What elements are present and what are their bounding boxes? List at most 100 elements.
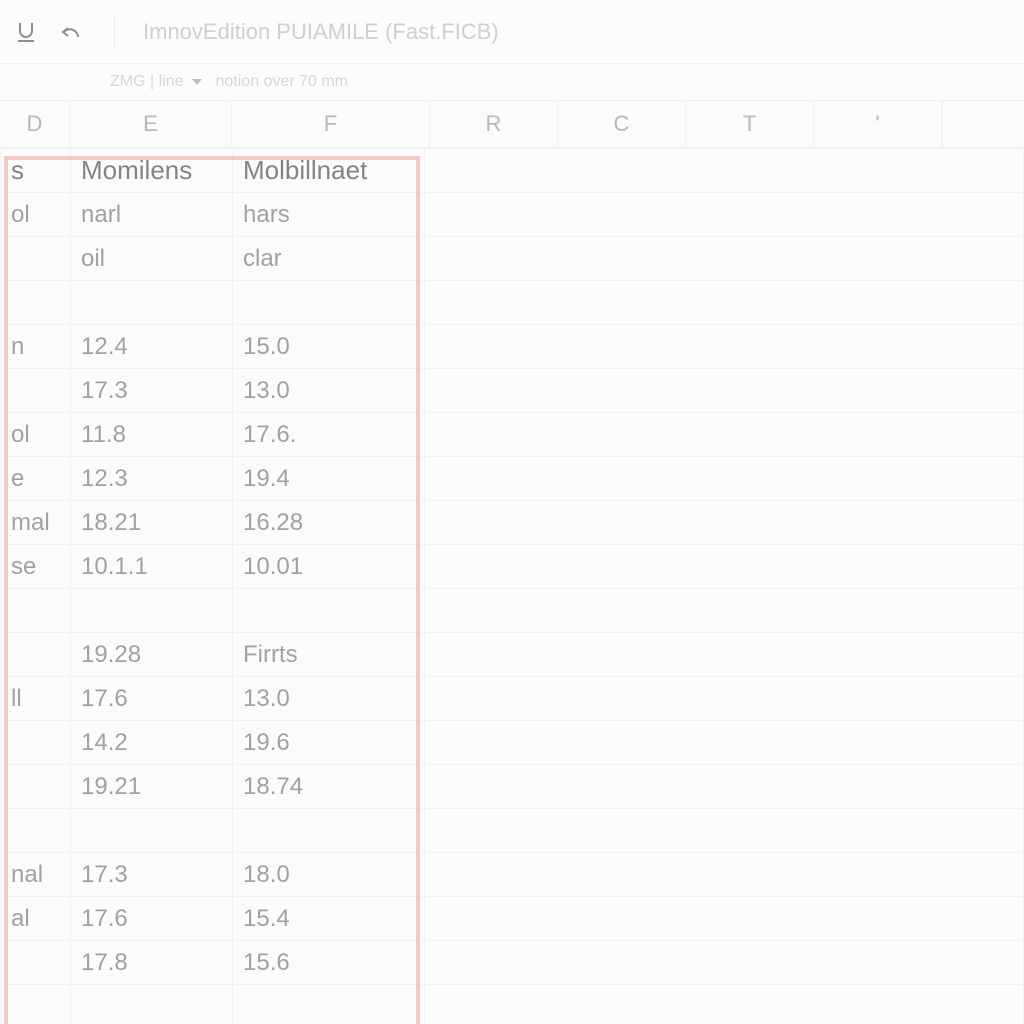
cell[interactable]: ll	[1, 677, 71, 721]
cell[interactable]: 17.8	[71, 941, 233, 985]
cell[interactable]: 10.1.1	[71, 545, 233, 589]
cell[interactable]	[425, 853, 1024, 897]
cell[interactable]	[425, 369, 1024, 413]
cell[interactable]: 13.0	[233, 677, 425, 721]
cell[interactable]	[425, 325, 1024, 369]
cell[interactable]: Molbillnaet	[233, 149, 425, 193]
cell[interactable]: 18.21	[71, 501, 233, 545]
cell[interactable]	[425, 765, 1024, 809]
cell[interactable]	[233, 281, 425, 325]
column-header-d[interactable]: D	[0, 101, 70, 147]
cell[interactable]: 17.6	[71, 897, 233, 941]
cell[interactable]: 12.4	[71, 325, 233, 369]
cell[interactable]	[425, 941, 1024, 985]
cell[interactable]: 19.21	[71, 765, 233, 809]
cell[interactable]	[1, 809, 71, 853]
cell[interactable]	[425, 545, 1024, 589]
cell[interactable]: e	[1, 457, 71, 501]
cell[interactable]	[1, 369, 71, 413]
cell[interactable]	[425, 281, 1024, 325]
table-row: se10.1.110.01	[1, 545, 1024, 589]
column-header-c[interactable]: C	[558, 101, 686, 147]
cell[interactable]	[1, 281, 71, 325]
cell[interactable]	[71, 985, 233, 1024]
cell[interactable]: 15.4	[233, 897, 425, 941]
cell[interactable]: 10.01	[233, 545, 425, 589]
cell[interactable]: 16.28	[233, 501, 425, 545]
cell[interactable]	[1, 589, 71, 633]
column-header-t[interactable]: T	[686, 101, 814, 147]
cell[interactable]	[71, 589, 233, 633]
cell[interactable]: 15.0	[233, 325, 425, 369]
cell[interactable]	[1, 941, 71, 985]
cell[interactable]: 18.0	[233, 853, 425, 897]
cell[interactable]: 13.0	[233, 369, 425, 413]
cell[interactable]	[425, 985, 1024, 1024]
cell[interactable]: 12.3	[71, 457, 233, 501]
cell[interactable]	[233, 809, 425, 853]
cell[interactable]	[1, 765, 71, 809]
cell[interactable]: s	[1, 149, 71, 193]
cell[interactable]	[1, 633, 71, 677]
cell[interactable]: 18.74	[233, 765, 425, 809]
cell[interactable]: al	[1, 897, 71, 941]
cell[interactable]	[233, 589, 425, 633]
cell[interactable]: 17.3	[71, 853, 233, 897]
cell[interactable]: 17.6	[71, 677, 233, 721]
cell[interactable]	[425, 193, 1024, 237]
zoom-dropdown[interactable]: ZMG | line	[110, 73, 202, 91]
cell[interactable]	[425, 413, 1024, 457]
cell[interactable]	[425, 721, 1024, 765]
cell[interactable]	[1, 985, 71, 1024]
cell[interactable]: 14.2	[71, 721, 233, 765]
sub-toolbar: ZMG | line notion over 70 mm	[0, 64, 1024, 100]
cell[interactable]: 15.6	[233, 941, 425, 985]
cell[interactable]: clar	[233, 237, 425, 281]
column-header-r[interactable]: R	[430, 101, 558, 147]
cell[interactable]: se	[1, 545, 71, 589]
cell[interactable]	[425, 633, 1024, 677]
cell[interactable]	[71, 809, 233, 853]
sheet-area[interactable]: s Momilens Molbillnaet olnarlharsoilclar…	[0, 148, 1024, 1024]
cell[interactable]: nal	[1, 853, 71, 897]
table-row: oilclar	[1, 237, 1024, 281]
cell[interactable]: oil	[71, 237, 233, 281]
cell[interactable]	[425, 237, 1024, 281]
toolbar: ImnovEdition PUIAMILE (Fast.FICB)	[0, 0, 1024, 64]
cell[interactable]: 17.3	[71, 369, 233, 413]
cell[interactable]: ol	[1, 413, 71, 457]
column-header-blank[interactable]	[942, 101, 943, 147]
document-title[interactable]: ImnovEdition PUIAMILE (Fast.FICB)	[143, 19, 499, 45]
table-row	[1, 809, 1024, 853]
cell[interactable]	[1, 237, 71, 281]
cell[interactable]: mal	[1, 501, 71, 545]
cell[interactable]: hars	[233, 193, 425, 237]
column-header-e[interactable]: E	[70, 101, 232, 147]
cell[interactable]	[233, 985, 425, 1024]
cell[interactable]: 11.8	[71, 413, 233, 457]
cell[interactable]	[425, 677, 1024, 721]
cell[interactable]	[425, 897, 1024, 941]
cell[interactable]	[425, 809, 1024, 853]
column-header-f[interactable]: F	[232, 101, 430, 147]
column-header-apostrophe[interactable]: '	[814, 101, 942, 147]
cell[interactable]: 19.6	[233, 721, 425, 765]
cell[interactable]	[425, 501, 1024, 545]
cell[interactable]: 17.6.	[233, 413, 425, 457]
cell[interactable]	[425, 457, 1024, 501]
table-row: mal18.2116.28	[1, 501, 1024, 545]
cell[interactable]: ol	[1, 193, 71, 237]
cell[interactable]: Firrts	[233, 633, 425, 677]
cell[interactable]	[1, 721, 71, 765]
cell[interactable]	[425, 589, 1024, 633]
cell[interactable]	[71, 281, 233, 325]
cell[interactable]: Momilens	[71, 149, 233, 193]
cell[interactable]: 19.4	[233, 457, 425, 501]
cell[interactable]: 19.28	[71, 633, 233, 677]
cell[interactable]: narl	[71, 193, 233, 237]
cell[interactable]: n	[1, 325, 71, 369]
cell[interactable]	[425, 149, 1024, 193]
table-row: 19.2118.74	[1, 765, 1024, 809]
undo-icon[interactable]	[58, 18, 86, 46]
underline-icon[interactable]	[12, 18, 40, 46]
